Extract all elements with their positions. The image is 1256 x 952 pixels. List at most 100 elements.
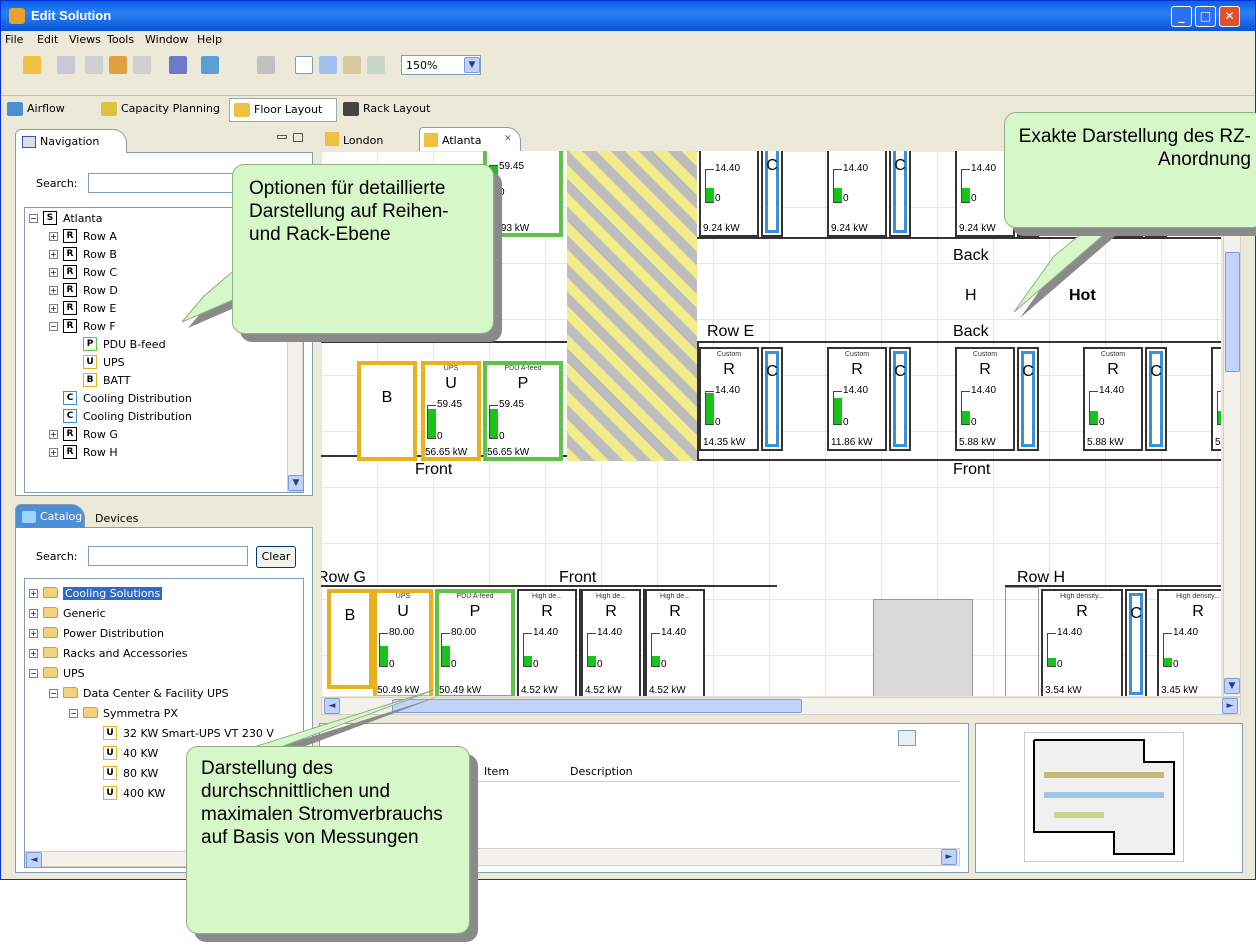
cooling-unit[interactable]: C [761,347,783,451]
collapse-icon[interactable]: − [69,709,78,718]
cooling-unit[interactable]: C [1125,589,1147,696]
expand-icon[interactable]: + [29,649,38,658]
rack-unit[interactable]: High density... R 14.40 0 3.45 kW [1157,589,1221,696]
menu-views[interactable]: Views [69,33,101,46]
perspective-capacity-planning[interactable]: Capacity Planning [97,98,229,122]
menu-tools[interactable]: Tools [107,33,134,46]
filter-icon[interactable] [898,730,916,746]
power-unit[interactable]: 59.45 0 56.93 kW [483,151,563,237]
rack-unit[interactable]: Custom R 14.40 0 11.86 kW [827,347,887,451]
redo-icon[interactable] [109,56,127,74]
rack-unit[interactable]: High de... R 14.40 0 4.52 kW [581,589,641,696]
canvas-vscrollbar[interactable]: ▼ [1223,151,1241,697]
expand-icon[interactable]: + [29,609,38,618]
perspective-airflow[interactable]: Airflow [3,98,95,122]
expand-icon[interactable]: + [49,430,58,439]
scroll-down-icon[interactable]: ▼ [1224,678,1240,694]
ups-unit[interactable]: UPS U 59.45 0 56.65 kW [421,361,481,461]
canvas-hscrollbar[interactable]: ◄ ► [321,697,1241,715]
maximize-button[interactable]: □ [1195,6,1216,27]
expand-icon[interactable]: + [49,448,58,457]
ups-unit[interactable]: UPS U 80.00 0 50.49 kW [373,589,433,696]
save-icon[interactable] [57,56,75,74]
delete-icon[interactable] [133,56,151,74]
chevron-down-icon[interactable]: ▼ [464,57,480,73]
maximize-view-icon[interactable] [293,133,303,142]
cooling-unit[interactable]: C [761,151,783,237]
collapse-icon[interactable]: − [49,689,58,698]
clear-button[interactable]: Clear [256,546,296,568]
tree-item[interactable]: + R Row H [25,444,295,462]
tree-item[interactable]: + R Row G [25,426,295,444]
scroll-left-icon[interactable]: ◄ [324,698,340,714]
rack-unit[interactable]: 14.40 0 9.24 kW [827,151,887,237]
table-hscrollbar[interactable]: ► [470,848,960,866]
rack-unit[interactable]: CustomR14.4005.88 kW [1083,347,1143,451]
minimize-view-icon[interactable] [277,135,287,139]
menu-file[interactable]: File [5,33,23,46]
new-icon[interactable] [23,56,41,74]
tab-devices[interactable]: Devices [87,509,155,529]
pdu-unit[interactable]: PDU A-feed P 80.00 0 50.49 kW [435,589,515,696]
cooling-unit[interactable]: C [1145,347,1167,451]
tab-catalog[interactable]: Catalog [15,504,85,528]
collapse-icon[interactable]: − [29,214,38,223]
minimize-button[interactable]: _ [1171,6,1192,27]
rack-unit[interactable]: High de... R 14.40 0 4.52 kW [517,589,577,696]
column-item[interactable]: Item [484,765,509,778]
paint-icon[interactable] [169,56,187,74]
rack-unit[interactable]: High de... R 14.40 0 4.52 kW [645,589,705,696]
tree-item[interactable]: C Cooling Distribution [25,390,295,408]
refresh-icon[interactable] [201,56,219,74]
menu-window[interactable]: Window [145,33,188,46]
tree-item[interactable]: U UPS [25,354,295,372]
tree-item[interactable]: C Cooling Distribution [25,408,295,426]
rack-unit[interactable]: 14.40 0 9.24 kW [699,151,759,237]
perspective-rack-layout[interactable]: Rack Layout [339,98,439,122]
zoom-tool-icon[interactable] [367,56,385,74]
cooling-unit[interactable]: C [889,151,911,237]
expand-icon[interactable]: + [49,232,58,241]
rack-unit[interactable]: Custom R 14.40 0 14.35 kW [699,347,759,451]
menu-edit[interactable]: Edit [37,33,58,46]
close-tab-icon[interactable]: ✕ [504,134,512,144]
tree-item[interactable]: B BATT [25,372,295,390]
collapse-icon[interactable]: − [29,669,38,678]
tree-item[interactable]: P PDU B-feed [25,336,295,354]
scroll-down-icon[interactable]: ▼ [288,475,303,491]
expand-icon[interactable]: + [49,304,58,313]
tree-item[interactable]: − Data Center & Facility UPS [25,685,295,703]
expand-icon[interactable]: + [49,286,58,295]
overview-minimap[interactable] [1024,732,1184,862]
scroll-right-icon[interactable]: ► [941,849,957,865]
tab-navigation[interactable]: Navigation [15,129,127,153]
menu-help[interactable]: Help [197,33,222,46]
perspective-floor-layout[interactable]: Floor Layout [229,98,337,122]
select-icon[interactable] [295,56,313,74]
rack-unit[interactable]: CustomR14.4005.88 kW [1211,347,1221,451]
tree-item[interactable]: + Generic [25,605,295,623]
scroll-right-icon[interactable]: ► [1222,698,1238,714]
zoom-select[interactable]: 150% ▼ [401,55,481,75]
cooling-unit[interactable]: C [889,347,911,451]
marquee-icon[interactable] [319,56,337,74]
tree-item[interactable]: + Cooling Solutions [25,585,295,603]
pan-icon[interactable] [343,56,361,74]
collapse-icon[interactable]: − [49,322,58,331]
battery-unit[interactable]: B [357,361,417,461]
expand-icon[interactable]: + [49,268,58,277]
pdu-unit[interactable]: PDU A-feed P 59.45 0 56.65 kW [483,361,563,461]
expand-icon[interactable]: + [29,629,38,638]
rack-unit[interactable]: High density... R 14.40 0 3.54 kW [1041,589,1123,696]
tree-item[interactable]: + Racks and Accessories [25,645,295,663]
cooling-unit[interactable]: C [1017,347,1039,451]
tree-item[interactable]: + Power Distribution [25,625,295,643]
expand-icon[interactable]: + [49,250,58,259]
battery-unit[interactable]: B [327,589,373,689]
catalog-search-input[interactable] [88,546,248,566]
tree-item[interactable]: − UPS [25,665,295,683]
expand-icon[interactable]: + [29,589,38,598]
column-description[interactable]: Description [570,765,633,778]
undo-icon[interactable] [85,56,103,74]
power-icon[interactable] [257,56,275,74]
